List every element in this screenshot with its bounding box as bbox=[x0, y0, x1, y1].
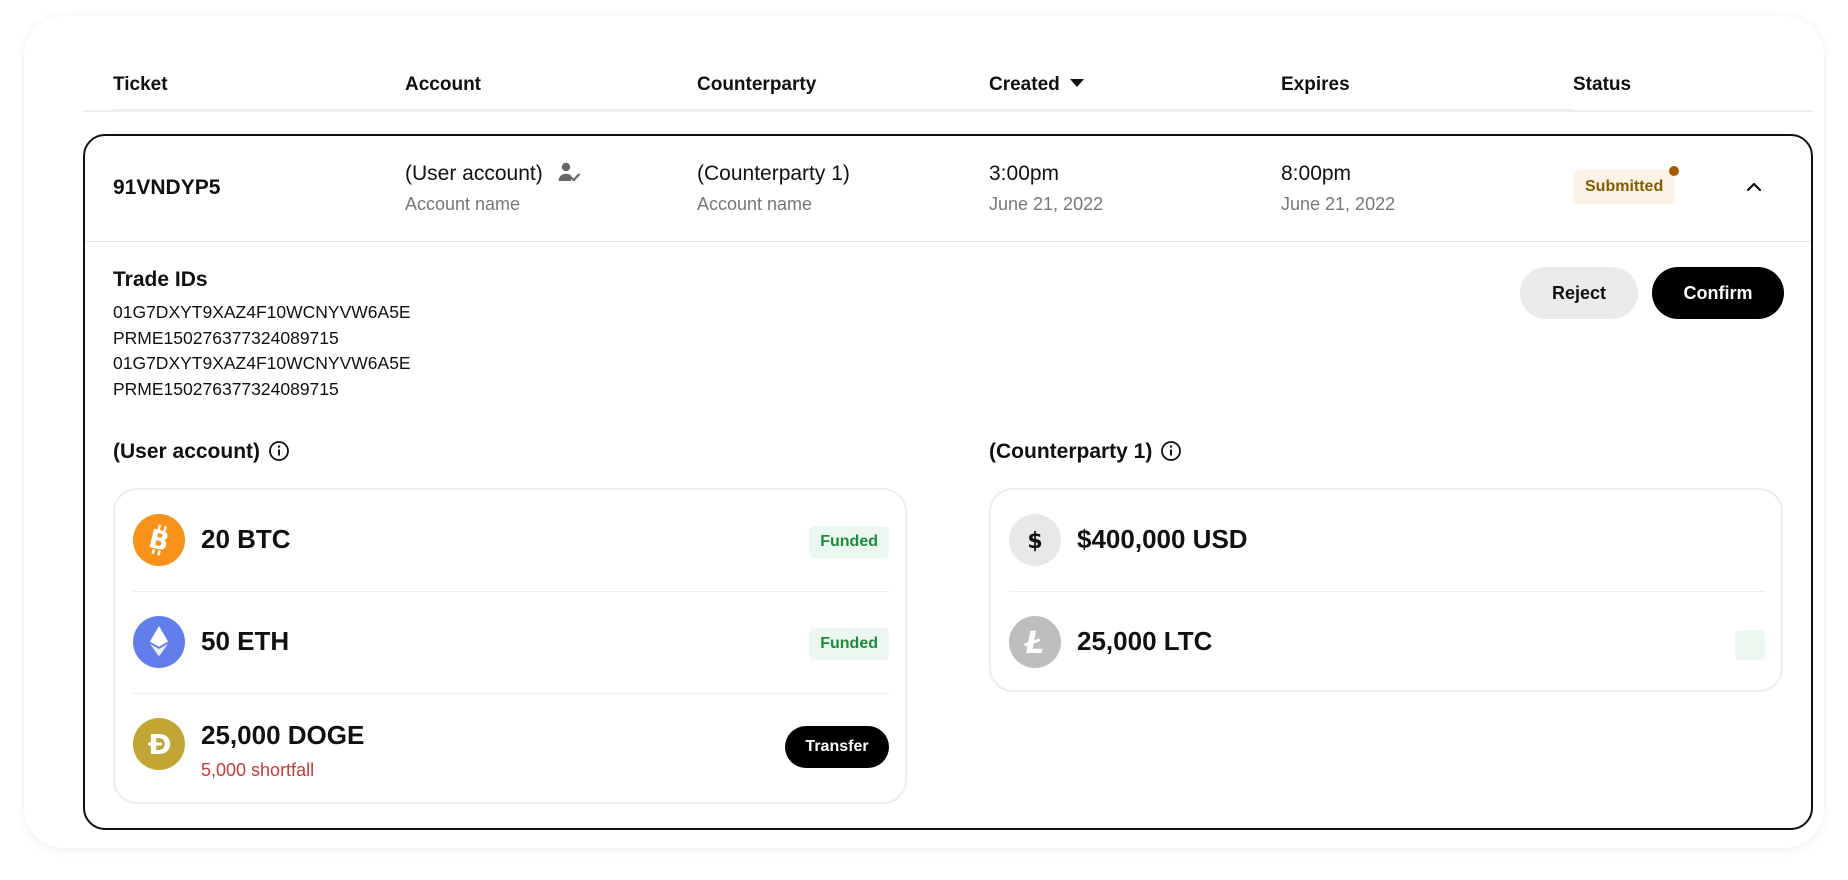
asset-amount: 25,000 DOGE bbox=[201, 720, 365, 750]
dollar-icon: $ bbox=[1009, 514, 1061, 566]
asset-amount: 50 ETH bbox=[201, 626, 290, 656]
column-header-expires[interactable]: Expires bbox=[1281, 74, 1573, 111]
counterparty-assets-panel: $ $400,000 USD L 25,000 LTC bbox=[989, 488, 1783, 692]
funded-badge: Funded bbox=[809, 526, 889, 558]
ethereum-icon bbox=[133, 616, 185, 668]
asset-amount: 20 BTC bbox=[201, 524, 291, 554]
created-time: 3:00pm bbox=[989, 162, 1060, 185]
info-icon[interactable] bbox=[1160, 440, 1182, 462]
trade-id: 01G7DXYT9XAZ4F10WCNYVW6A5E bbox=[113, 353, 411, 373]
sort-descending-icon[interactable] bbox=[1069, 79, 1084, 87]
user-side-title: (User account) bbox=[113, 440, 290, 464]
ticket-id: 91VNDYP5 bbox=[113, 176, 221, 199]
counterparty-side-label: (Counterparty 1) bbox=[989, 440, 1153, 463]
ticket-row-summary[interactable]: 91VNDYP5 (User account) Account name (Co… bbox=[85, 136, 1811, 242]
status-badge: Submitted bbox=[1573, 170, 1676, 204]
asset-row-doge: D 25,000 DOGE 5,000 shortfall Transfer bbox=[133, 694, 889, 796]
expires-date: June 21, 2022 bbox=[1281, 194, 1396, 214]
ticket-row-expanded: 91VNDYP5 (User account) Account name (Co… bbox=[83, 134, 1813, 830]
counterparty-subtitle: Account name bbox=[697, 194, 813, 214]
column-header-created-label: Created bbox=[989, 74, 1060, 95]
status-dot-icon bbox=[1669, 166, 1679, 176]
created-date: June 21, 2022 bbox=[989, 194, 1104, 214]
user-assets-panel: B 20 BTC Funded 50 ETH Funded D 25,000 D… bbox=[113, 488, 907, 804]
asset-row-usd: $ $400,000 USD bbox=[1009, 490, 1765, 592]
confirm-button[interactable]: Confirm bbox=[1652, 267, 1784, 319]
status-badge-empty bbox=[1735, 630, 1765, 660]
funded-badge: Funded bbox=[809, 628, 889, 660]
expires-time: 8:00pm bbox=[1281, 162, 1352, 185]
column-header-created[interactable]: Created bbox=[989, 74, 1281, 111]
asset-amount: 25,000 LTC bbox=[1077, 626, 1213, 656]
table-header: Ticket Account Counterparty Created Expi… bbox=[83, 56, 1813, 112]
column-header-counterparty[interactable]: Counterparty bbox=[697, 74, 989, 111]
reject-button[interactable]: Reject bbox=[1520, 267, 1638, 319]
trade-tickets-card: Ticket Account Counterparty Created Expi… bbox=[24, 16, 1824, 848]
trade-id: 01G7DXYT9XAZ4F10WCNYVW6A5E bbox=[113, 302, 411, 322]
chevron-up-icon[interactable] bbox=[1745, 178, 1763, 196]
transfer-button[interactable]: Transfer bbox=[785, 726, 889, 768]
svg-text:$: $ bbox=[1027, 529, 1042, 554]
litecoin-icon: L bbox=[1009, 616, 1061, 668]
account-subtitle: Account name bbox=[405, 194, 521, 214]
column-header-status[interactable]: Status bbox=[1573, 74, 1773, 109]
trade-id: PRME150276377324089715 bbox=[113, 327, 339, 348]
trade-ids-title: Trade IDs bbox=[113, 268, 208, 291]
bitcoin-icon: B bbox=[133, 514, 185, 566]
asset-row-eth: 50 ETH Funded bbox=[133, 592, 889, 694]
dogecoin-icon: D bbox=[133, 718, 185, 770]
asset-amount: $400,000 USD bbox=[1077, 524, 1248, 554]
column-header-ticket[interactable]: Ticket bbox=[113, 74, 405, 111]
user-check-icon bbox=[558, 162, 580, 182]
asset-row-btc: B 20 BTC Funded bbox=[133, 490, 889, 592]
shortfall-text: 5,000 shortfall bbox=[201, 760, 315, 780]
trade-ids-list: 01G7DXYT9XAZ4F10WCNYVW6A5E PRME150276377… bbox=[113, 300, 411, 402]
asset-row-ltc: L 25,000 LTC bbox=[1009, 592, 1765, 694]
info-icon[interactable] bbox=[268, 440, 290, 462]
column-header-account[interactable]: Account bbox=[405, 74, 697, 111]
counterparty-name: (Counterparty 1) bbox=[697, 162, 850, 185]
account-name: (User account) bbox=[405, 162, 543, 185]
trade-id: PRME150276377324089715 bbox=[113, 378, 339, 399]
counterparty-side-title: (Counterparty 1) bbox=[989, 440, 1182, 464]
user-side-label: (User account) bbox=[113, 440, 261, 463]
